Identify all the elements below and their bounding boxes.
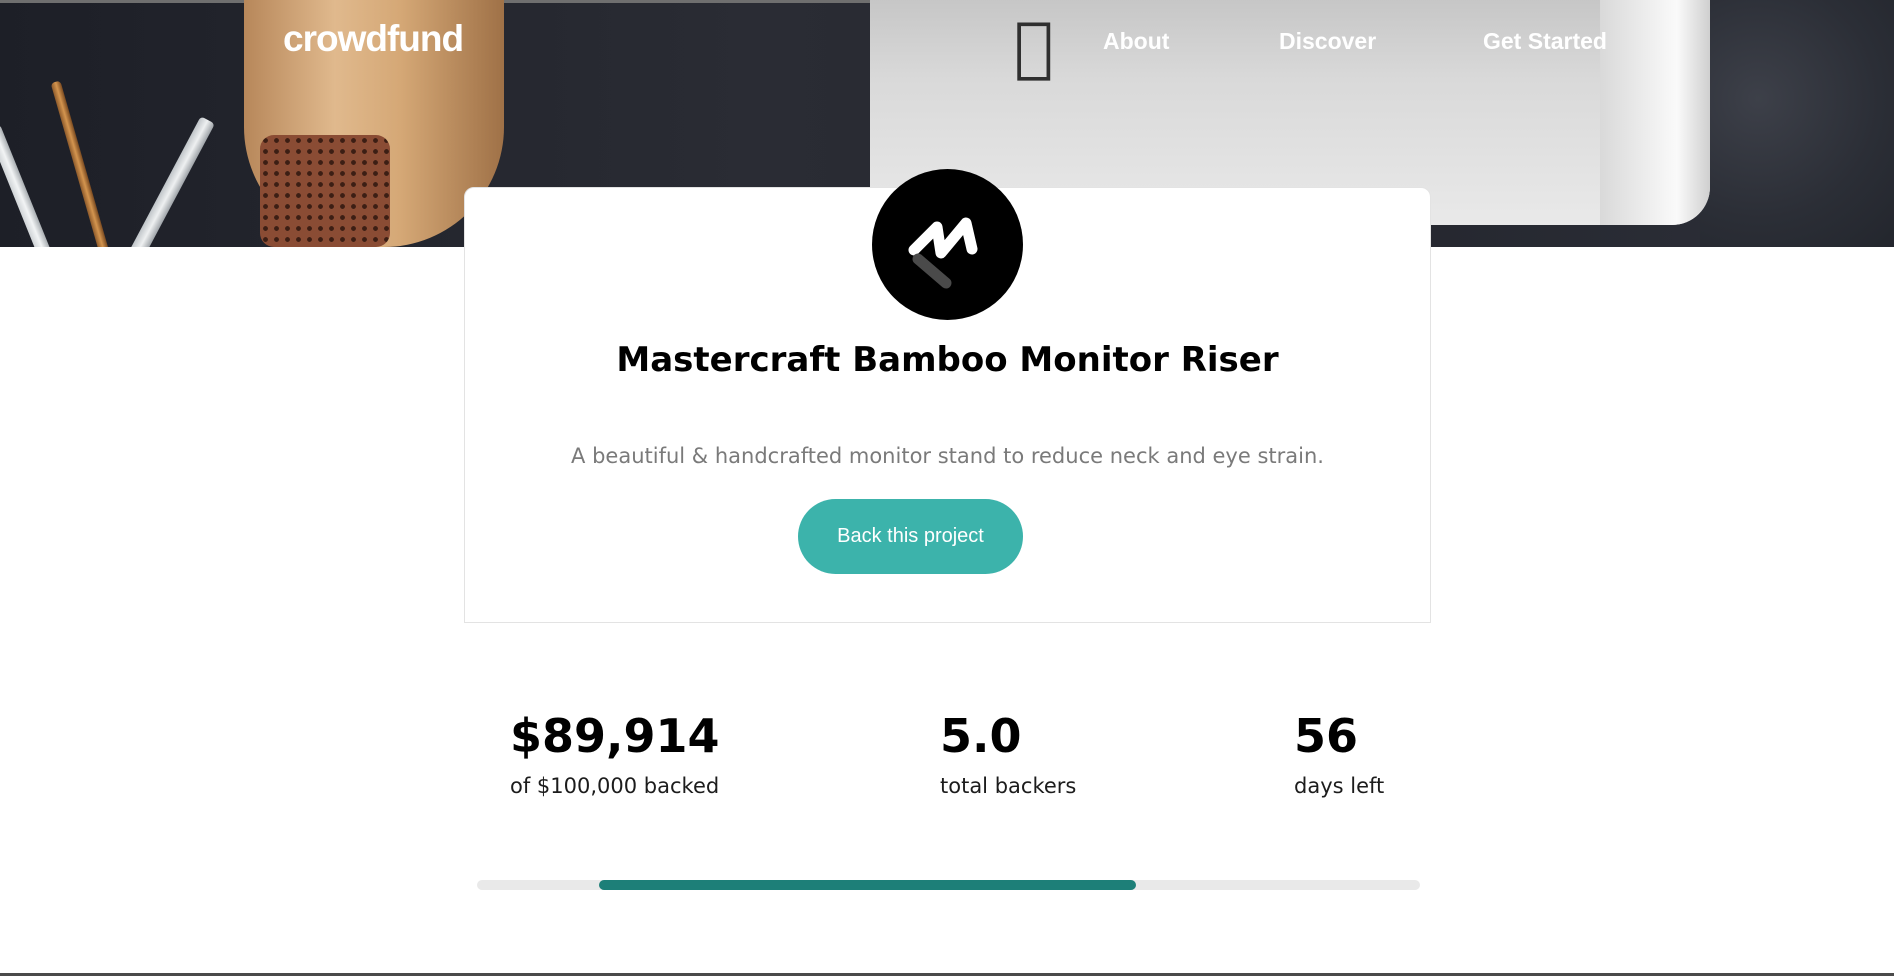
stat-value: $89,914	[510, 709, 720, 763]
project-title: Mastercraft Bamboo Monitor Riser	[616, 340, 1279, 380]
main-nav: About Discover Get Started	[0, 28, 1894, 60]
nav-about[interactable]: About	[1103, 28, 1169, 55]
stat-label: of $100,000 backed	[510, 774, 720, 798]
progress-bar-fill	[598, 880, 1137, 890]
stat-backed: $89,914 of $100,000 backed	[510, 706, 720, 798]
stat-label: total backers	[940, 774, 1077, 798]
speaker-grille	[260, 135, 390, 247]
stat-backers: 5.0 total backers	[940, 706, 1076, 798]
stat-days-left: 56 days left	[1294, 706, 1384, 798]
page:  crowdfund About Discover Get Started M…	[0, 0, 1894, 976]
nav-discover[interactable]: Discover	[1279, 28, 1376, 55]
pencil-decoration	[50, 80, 116, 247]
mastercraft-logo-svg	[908, 217, 978, 289]
project-description: A beautiful & handcrafted monitor stand …	[571, 444, 1324, 468]
pen-decoration	[121, 116, 215, 247]
mastercraft-logo-icon	[872, 169, 1023, 320]
nav-get-started[interactable]: Get Started	[1483, 28, 1607, 55]
progress-bar	[477, 880, 1420, 890]
back-project-button[interactable]: Back this project	[798, 499, 1023, 574]
pen-decoration	[0, 124, 72, 247]
stat-label: days left	[1294, 774, 1385, 798]
stat-value: 56	[1294, 709, 1359, 763]
stat-value: 5.0	[940, 709, 1022, 763]
